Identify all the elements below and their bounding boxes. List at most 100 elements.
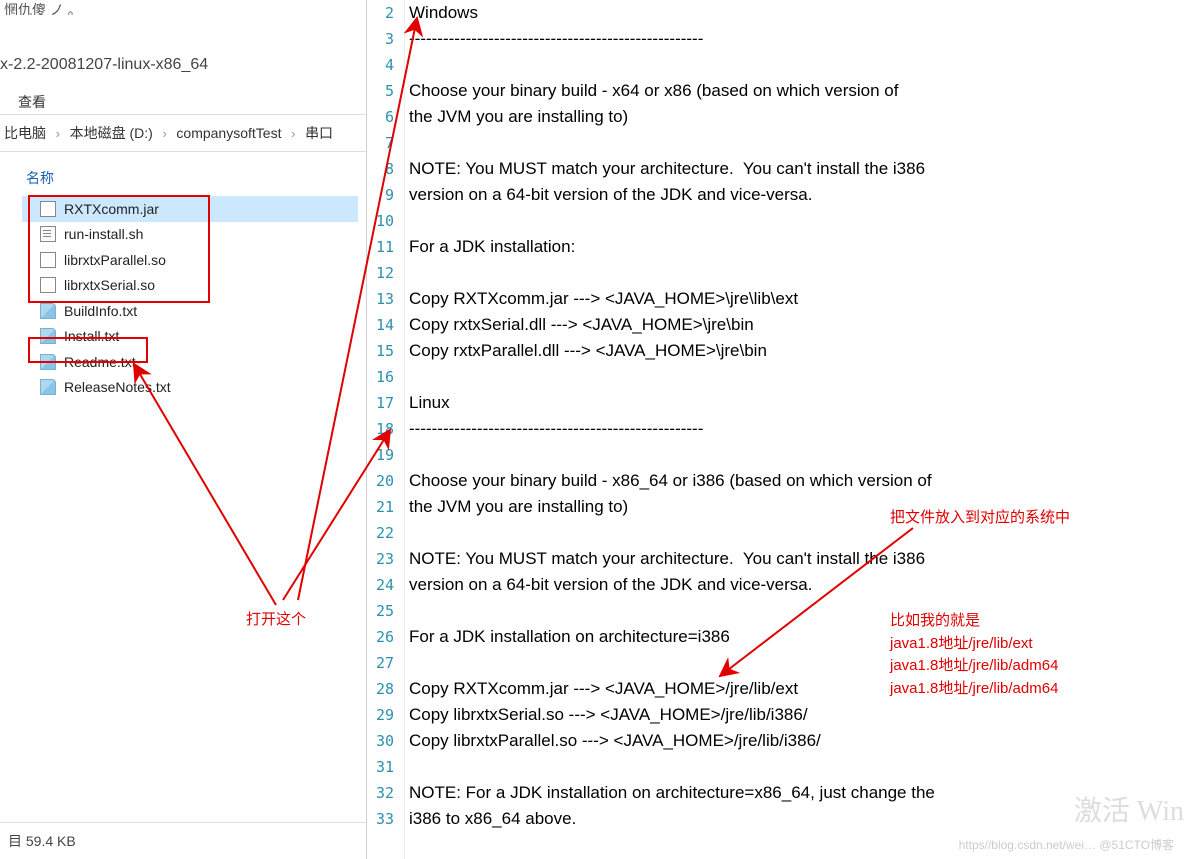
- file-name-label: ReleaseNotes.txt: [64, 379, 171, 395]
- column-header-name[interactable]: 名称: [8, 160, 358, 196]
- txt-file-icon: [40, 328, 56, 344]
- line-number: 13: [367, 286, 404, 312]
- line-number: 18: [367, 416, 404, 442]
- line-number: 21: [367, 494, 404, 520]
- jar-file-icon: [40, 201, 56, 217]
- file-name-label: Install.txt: [64, 328, 119, 344]
- chevron-right-icon: ›: [162, 126, 166, 141]
- breadcrumb[interactable]: 比电脑 › 本地磁盘 (D:) › companysoftTest › 串口: [0, 114, 366, 152]
- line-number: 33: [367, 806, 404, 832]
- code-line: Choose your binary build - x64 or x86 (b…: [409, 78, 1184, 104]
- line-number: 22: [367, 520, 404, 546]
- code-line: [409, 442, 1184, 468]
- line-number: 20: [367, 468, 404, 494]
- code-line: For a JDK installation on architecture=i…: [409, 624, 1184, 650]
- code-line: [409, 52, 1184, 78]
- code-line: [409, 208, 1184, 234]
- so-file-icon: [40, 277, 56, 293]
- chevron-right-icon: ›: [56, 126, 60, 141]
- file-row[interactable]: librxtxSerial.so: [22, 273, 358, 299]
- code-line: [409, 260, 1184, 286]
- code-line: Windows: [409, 0, 1184, 26]
- code-line: NOTE: You MUST match your architecture. …: [409, 546, 1184, 572]
- file-name-label: run-install.sh: [64, 226, 143, 242]
- code-line: Choose your binary build - x86_64 or i38…: [409, 468, 1184, 494]
- txt-file-icon: [40, 303, 56, 319]
- crumb-folder1[interactable]: companysoftTest: [176, 125, 281, 141]
- menu-view[interactable]: 查看: [0, 88, 64, 116]
- code-line: [409, 520, 1184, 546]
- code-line: Copy rxtxParallel.dll ---> <JAVA_HOME>\j…: [409, 338, 1184, 364]
- code-line: Copy RXTXcomm.jar ---> <JAVA_HOME>/jre/l…: [409, 676, 1184, 702]
- file-row[interactable]: ReleaseNotes.txt: [22, 375, 358, 401]
- code-line: Copy librxtxParallel.so ---> <JAVA_HOME>…: [409, 728, 1184, 754]
- file-list: 名称 RXTXcomm.jar run-install.sh librxtxPara…: [0, 160, 366, 819]
- crumb-drive[interactable]: 本地磁盘 (D:): [70, 125, 153, 141]
- so-file-icon: [40, 252, 56, 268]
- line-number: 19: [367, 442, 404, 468]
- code-line: the JVM you are installing to): [409, 104, 1184, 130]
- file-name-label: librxtxParallel.so: [64, 252, 166, 268]
- line-number: 32: [367, 780, 404, 806]
- file-name-label: Readme.txt: [64, 354, 136, 370]
- line-number: 29: [367, 702, 404, 728]
- file-name-label: RXTXcomm.jar: [64, 201, 159, 217]
- code-line: NOTE: You MUST match your architecture. …: [409, 156, 1184, 182]
- status-bar: 目 59.4 KB: [0, 822, 366, 859]
- line-number: 6: [367, 104, 404, 130]
- file-row[interactable]: RXTXcomm.jar: [22, 196, 358, 222]
- line-number: 12: [367, 260, 404, 286]
- line-number: 11: [367, 234, 404, 260]
- line-number: 31: [367, 754, 404, 780]
- sh-file-icon: [40, 226, 56, 242]
- crumb-pc[interactable]: 比电脑: [4, 125, 46, 141]
- code-line: [409, 598, 1184, 624]
- code-line: [409, 754, 1184, 780]
- code-line: [409, 650, 1184, 676]
- file-row[interactable]: Readme.txt: [22, 349, 358, 375]
- code-line: [409, 130, 1184, 156]
- code-line: Linux: [409, 390, 1184, 416]
- line-number: 16: [367, 364, 404, 390]
- crumb-folder2[interactable]: 串口: [305, 125, 333, 141]
- code-content[interactable]: Windows---------------------------------…: [405, 0, 1184, 859]
- line-number: 15: [367, 338, 404, 364]
- code-line: ----------------------------------------…: [409, 416, 1184, 442]
- code-line: the JVM you are installing to): [409, 494, 1184, 520]
- code-line: [409, 364, 1184, 390]
- line-number: 14: [367, 312, 404, 338]
- code-line: Copy RXTXcomm.jar ---> <JAVA_HOME>\jre\l…: [409, 286, 1184, 312]
- code-line: version on a 64-bit version of the JDK a…: [409, 182, 1184, 208]
- line-number: 8: [367, 156, 404, 182]
- code-line: NOTE: For a JDK installation on architec…: [409, 780, 1184, 806]
- line-number: 4: [367, 52, 404, 78]
- code-line: Copy librxtxSerial.so ---> <JAVA_HOME>/j…: [409, 702, 1184, 728]
- line-number: 7: [367, 130, 404, 156]
- txt-file-icon: [40, 379, 56, 395]
- line-number: 24: [367, 572, 404, 598]
- code-line: For a JDK installation:: [409, 234, 1184, 260]
- file-row[interactable]: BuildInfo.txt: [22, 298, 358, 324]
- truncated-text: 惘仇傻 ノ 。: [0, 0, 366, 15]
- watermark-csdn: https//blog.csdn.net/wei… @51CTO博客: [959, 836, 1174, 853]
- line-number: 27: [367, 650, 404, 676]
- chevron-right-icon: ›: [291, 126, 295, 141]
- file-row[interactable]: run-install.sh: [22, 222, 358, 248]
- line-number: 9: [367, 182, 404, 208]
- code-line: version on a 64-bit version of the JDK a…: [409, 572, 1184, 598]
- file-row[interactable]: Install.txt: [22, 324, 358, 350]
- code-line: Copy rxtxSerial.dll ---> <JAVA_HOME>\jre…: [409, 312, 1184, 338]
- line-number: 26: [367, 624, 404, 650]
- code-line: ----------------------------------------…: [409, 26, 1184, 52]
- line-number: 3: [367, 26, 404, 52]
- line-number: 2: [367, 0, 404, 26]
- line-number: 25: [367, 598, 404, 624]
- file-explorer-panel: 惘仇傻 ノ 。 x-2.2-20081207-linux-x86_64 查看 比…: [0, 0, 367, 859]
- line-number: 23: [367, 546, 404, 572]
- line-number: 30: [367, 728, 404, 754]
- txt-file-icon: [40, 354, 56, 370]
- window-title: x-2.2-20081207-linux-x86_64: [0, 50, 366, 80]
- watermark-activate: 激活 Win: [1074, 789, 1184, 829]
- file-row[interactable]: librxtxParallel.so: [22, 247, 358, 273]
- line-number: 17: [367, 390, 404, 416]
